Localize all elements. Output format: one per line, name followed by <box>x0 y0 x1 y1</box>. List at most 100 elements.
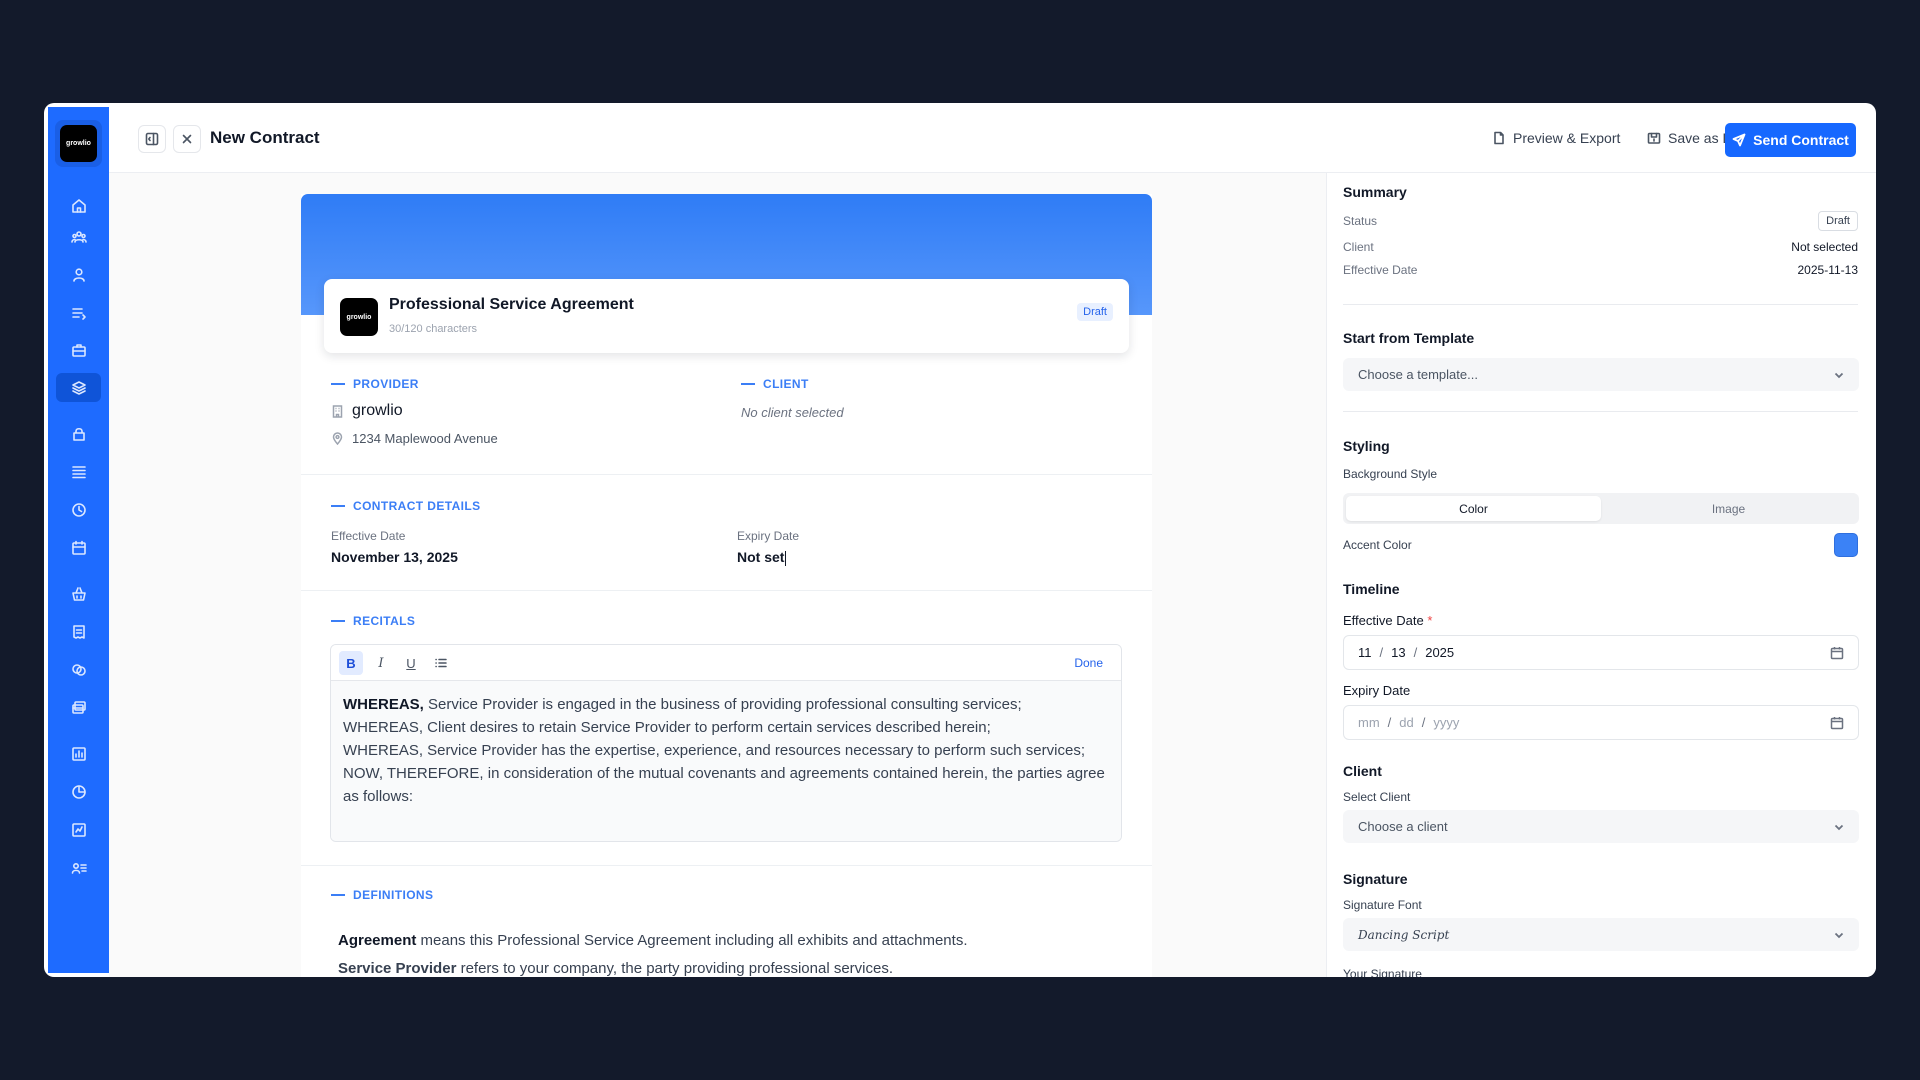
send-contract-button[interactable]: Send Contract <box>1725 123 1856 157</box>
title-char-count: 30/120 characters <box>389 323 478 335</box>
menu-icon <box>71 465 86 478</box>
client-section-label: CLIENT <box>741 377 809 391</box>
template-select[interactable]: Choose a template... <box>1343 358 1859 391</box>
title-card: growlio Professional Service Agreement 3… <box>324 279 1129 353</box>
sidebar-item-home[interactable] <box>56 191 101 220</box>
preview-export-button[interactable]: Preview & Export <box>1492 127 1620 149</box>
sidebar-item-team[interactable] <box>56 222 101 251</box>
sidebar-item-cards[interactable] <box>56 693 101 722</box>
text-caret <box>785 550 787 566</box>
editor-done-button[interactable]: Done <box>1074 656 1103 670</box>
bold-button[interactable]: B <box>339 651 363 675</box>
team-icon <box>70 230 87 243</box>
sidebar-item-chart[interactable] <box>56 739 101 768</box>
effective-date-input[interactable]: 11/13/2025 <box>1343 635 1859 670</box>
preview-export-label: Preview & Export <box>1513 130 1621 146</box>
bold-icon: B <box>346 655 356 671</box>
italic-button[interactable]: I <box>369 651 393 675</box>
document-canvas: growlio Professional Service Agreement 3… <box>109 173 1326 977</box>
briefcase-icon <box>71 343 86 357</box>
client-placeholder: Choose a client <box>1358 819 1448 834</box>
close-icon <box>182 134 192 144</box>
close-button[interactable] <box>173 125 201 153</box>
sidebar: growlio <box>48 107 109 973</box>
editor-toolbar: B I U Done <box>331 645 1121 681</box>
recital-line-1: Service Provider is engaged in the busin… <box>423 696 1022 713</box>
bg-color-option[interactable]: Color <box>1346 496 1601 521</box>
sidebar-item-clock[interactable] <box>56 495 101 524</box>
coins-icon <box>71 663 86 676</box>
timeline-title: Timeline <box>1343 581 1400 597</box>
sidebar-item-report[interactable] <box>56 815 101 844</box>
summary-client-label: Client <box>1343 240 1374 254</box>
layers-icon <box>71 380 86 395</box>
signature-title: Signature <box>1343 871 1408 887</box>
expiry-date-value[interactable]: Not set <box>737 549 787 566</box>
sidebar-item-list[interactable] <box>56 298 101 327</box>
send-contract-label: Send Contract <box>1753 132 1849 148</box>
client-title: Client <box>1343 763 1382 779</box>
send-icon <box>1732 133 1746 147</box>
sidebar-item-user[interactable] <box>56 260 101 289</box>
underline-button[interactable]: U <box>399 651 423 675</box>
pie-icon <box>71 784 86 799</box>
recitals-text-area[interactable]: WHEREAS, Service Provider is engaged in … <box>331 681 1121 841</box>
sidebar-toggle-icon <box>145 132 159 146</box>
client-empty-text: No client selected <box>741 405 844 420</box>
sidebar-item-pie[interactable] <box>56 777 101 806</box>
provider-address: 1234 Maplewood Avenue <box>331 431 498 446</box>
contract-details-label: CONTRACT DETAILS <box>331 499 481 513</box>
chevron-down-icon <box>1834 372 1844 379</box>
sidebar-item-bag[interactable] <box>56 419 101 448</box>
provider-logo: growlio <box>340 298 378 336</box>
definition-service-provider: Service Provider refers to your company,… <box>338 960 893 977</box>
divider <box>301 474 1152 475</box>
divider <box>1343 411 1858 412</box>
effective-date-field-label: Effective Date * <box>1343 613 1433 628</box>
sidebar-item-receipt[interactable] <box>56 617 101 646</box>
building-icon <box>332 404 343 418</box>
expiry-date-field-label: Expiry Date <box>1343 683 1411 698</box>
sidebar-item-layers[interactable] <box>56 373 101 402</box>
template-placeholder: Choose a template... <box>1358 367 1478 382</box>
location-pin-icon <box>332 432 343 445</box>
sidebar-item-menu[interactable] <box>56 457 101 486</box>
calendar-icon[interactable] <box>1830 716 1844 730</box>
underline-icon: U <box>406 655 416 671</box>
app-window: growlio New Contract Preview & Export Sa… <box>44 103 1876 977</box>
styling-title: Styling <box>1343 438 1390 454</box>
status-badge: Draft <box>1077 303 1113 321</box>
accent-color-swatch[interactable] <box>1834 533 1858 557</box>
summary-title: Summary <box>1343 184 1407 200</box>
contract-title[interactable]: Professional Service Agreement <box>389 296 634 314</box>
signature-font-select[interactable]: Dancing Script <box>1343 918 1859 951</box>
expiry-date-input[interactable]: mm / dd / yyyy <box>1343 705 1859 740</box>
sidebar-item-coins[interactable] <box>56 655 101 684</box>
your-signature-label: Your Signature <box>1343 967 1422 977</box>
sidebar-item-basket[interactable] <box>56 579 101 608</box>
logo-tile[interactable]: growlio <box>55 120 102 167</box>
bag-icon <box>72 427 85 441</box>
cards-icon <box>71 700 86 714</box>
italic-icon: I <box>378 655 384 671</box>
file-icon <box>1494 131 1504 145</box>
sidebar-item-calendar[interactable] <box>56 533 101 562</box>
effective-date-label: Effective Date <box>331 529 406 543</box>
divider <box>301 590 1152 591</box>
client-select[interactable]: Choose a client <box>1343 810 1859 843</box>
calendar-icon[interactable] <box>1830 646 1844 660</box>
select-client-label: Select Client <box>1343 790 1411 804</box>
provider-name: growlio <box>331 402 403 420</box>
settings-panel: Summary Status Draft Client Not selected… <box>1326 173 1876 977</box>
sidebar-item-users-list[interactable] <box>56 853 101 882</box>
bullet-list-button[interactable] <box>429 651 453 675</box>
toggle-panel-button[interactable] <box>138 125 166 153</box>
divider <box>1343 304 1858 305</box>
app-logo: growlio <box>60 125 97 162</box>
clock-icon <box>71 502 86 517</box>
expiry-date-label: Expiry Date <box>737 529 800 543</box>
recital-lead: WHEREAS, <box>343 696 424 713</box>
bg-image-option[interactable]: Image <box>1601 496 1856 521</box>
sidebar-item-briefcase[interactable] <box>56 335 101 364</box>
list-icon <box>71 307 86 320</box>
